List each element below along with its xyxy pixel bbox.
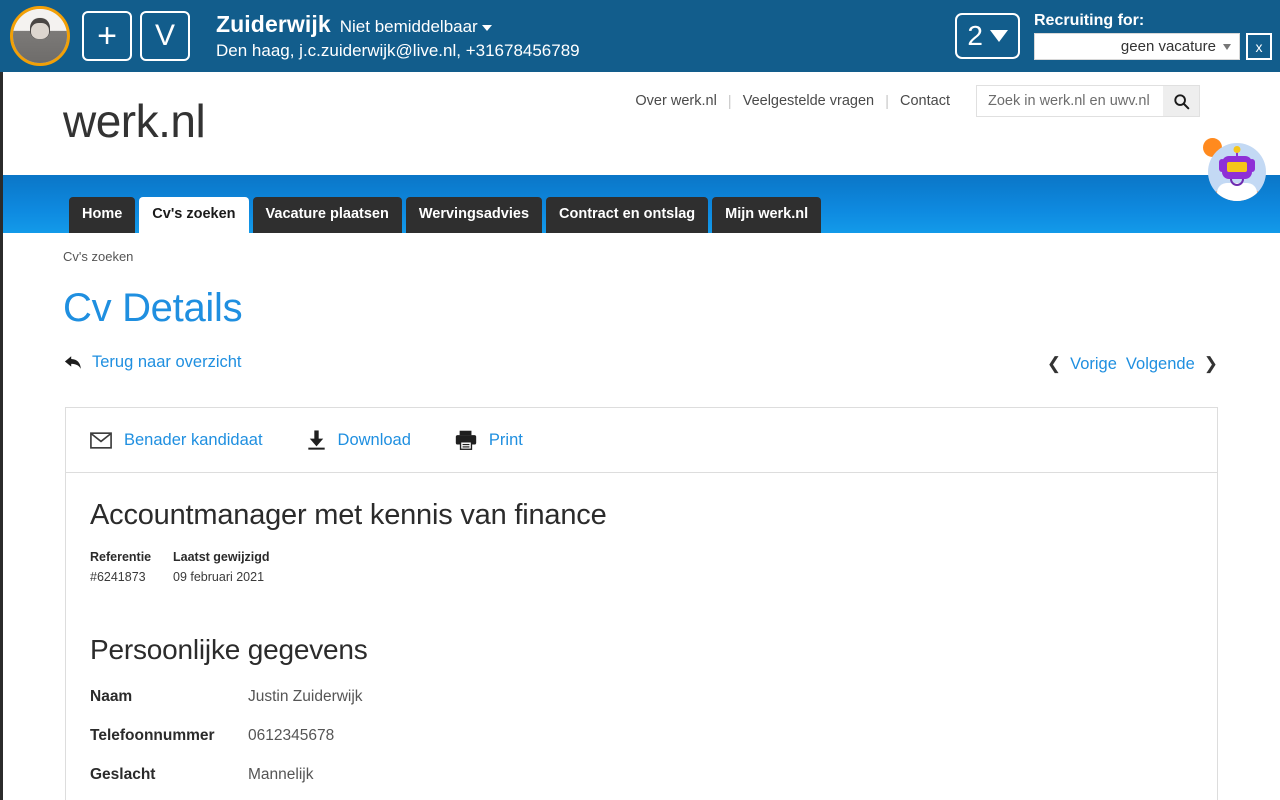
field-label-naam: Naam (90, 688, 133, 705)
tab-cvs-zoeken[interactable]: Cv's zoeken (139, 197, 249, 233)
personal-details-list: Naam Justin Zuiderwijk Telefoonnummer 06… (90, 688, 1193, 800)
tab-wervingsadvies-label: Wervingsadvies (418, 206, 530, 223)
robot-icon (1208, 143, 1266, 201)
add-button[interactable]: + (82, 11, 132, 61)
browser-viewport: werk.nl Over werk.nl | Veelgestelde vrag… (0, 72, 1280, 800)
candidate-contact-line: Den haag, j.c.zuiderwijk@live.nl, +31678… (216, 41, 580, 60)
cv-title: Accountmanager met kennis van finance (90, 499, 607, 531)
field-value-telefoonnummer: 0612345678 (248, 727, 335, 744)
download-label: Download (337, 430, 411, 449)
chevron-down-icon (1223, 43, 1231, 50)
utility-link-contact[interactable]: Contact (889, 93, 961, 109)
main-nav-tabs: Home Cv's zoeken Vacature plaatsen Wervi… (69, 197, 822, 233)
previous-chevron-icon[interactable]: ❮ (1047, 354, 1061, 374)
site-search (976, 85, 1200, 117)
cv-meta-value-row: #6241873 09 februari 2021 (90, 564, 1193, 584)
cv-detail-body: Accountmanager met kennis van finance Re… (66, 473, 1217, 800)
printer-icon (455, 430, 477, 450)
field-label-telefoonnummer: Telefoonnummer (90, 727, 215, 744)
search-button[interactable] (1163, 86, 1199, 116)
count-selector[interactable]: 2 (955, 13, 1020, 59)
tab-home-label: Home (82, 206, 123, 223)
cv-meta-value-laatst-gewijzigd: 09 februari 2021 (173, 570, 265, 584)
cv-meta-value-referentie: #6241873 (90, 570, 146, 584)
main-navigation-bar: Home Cv's zoeken Vacature plaatsen Wervi… (3, 175, 1280, 233)
recruiting-for-label: Recruiting for: (1034, 12, 1145, 29)
next-chevron-icon[interactable]: ❯ (1204, 354, 1218, 374)
chevron-down-icon[interactable] (481, 24, 492, 31)
arrow-back-icon (64, 355, 81, 369)
print-label: Print (488, 430, 523, 449)
print-button[interactable]: Print (455, 430, 523, 450)
download-icon (307, 430, 325, 450)
envelope-icon (90, 431, 112, 449)
cv-meta-header-laatst-gewijzigd: Laatst gewijzigd (173, 550, 270, 564)
page-title: Cv Details (63, 286, 243, 330)
tab-cvs-zoeken-label: Cv's zoeken (152, 206, 236, 223)
candidate-name: Zuiderwijk (216, 11, 331, 37)
field-value-geslacht: Mannelijk (248, 766, 314, 783)
cv-meta-header-referentie: Referentie (90, 550, 152, 564)
contact-candidate-button[interactable]: Benader kandidaat (90, 431, 263, 450)
back-to-overview-label: Terug naar overzicht (92, 353, 242, 371)
next-link[interactable]: Volgende (1126, 355, 1195, 374)
field-row-geslacht: Geslacht Mannelijk (90, 766, 1193, 784)
tab-contract-en-ontslag[interactable]: Contract en ontslag (546, 197, 709, 233)
cv-detail-card: Benader kandidaat Download Print Account… (65, 407, 1218, 800)
v-button-label: V (154, 19, 175, 52)
back-to-overview-link[interactable]: Terug naar overzicht (63, 353, 242, 372)
download-button[interactable]: Download (307, 430, 411, 450)
pagination: ❮ Vorige Volgende ❯ (1047, 354, 1218, 374)
utility-link-over-werknl[interactable]: Over werk.nl (624, 93, 727, 109)
page-navigation-row: Terug naar overzicht ❮ Vorige Volgende ❯ (63, 353, 1218, 383)
tab-wervingsadvies[interactable]: Wervingsadvies (405, 197, 543, 233)
field-label-geslacht: Geslacht (90, 766, 156, 783)
contact-candidate-label: Benader kandidaat (124, 430, 263, 449)
candidate-status[interactable]: Niet bemiddelbaar (340, 17, 492, 37)
chatbot-widget[interactable] (1201, 138, 1267, 204)
recruiting-for-row: geen vacature x (1034, 33, 1272, 60)
field-row-telefoonnummer: Telefoonnummer 0612345678 (90, 727, 1193, 745)
utility-nav: Over werk.nl | Veelgestelde vragen | Con… (624, 85, 1200, 117)
tab-vacature-plaatsen-label: Vacature plaatsen (265, 206, 389, 223)
previous-link[interactable]: Vorige (1070, 355, 1117, 374)
tab-contract-en-ontslag-label: Contract en ontslag (559, 206, 696, 223)
avatar-photo (13, 9, 67, 63)
close-button-label: x (1255, 38, 1263, 55)
v-button[interactable]: V (140, 11, 190, 61)
utility-link-veelgestelde-vragen[interactable]: Veelgestelde vragen (732, 93, 885, 109)
candidate-identity: Zuiderwijk Niet bemiddelbaar Den haag, j… (216, 11, 580, 61)
cv-actions-toolbar: Benader kandidaat Download Print (66, 408, 1217, 473)
cv-meta-header-row: Referentie Laatst gewijzigd (90, 550, 1193, 564)
section-title-persoonlijke-gegevens: Persoonlijke gegevens (90, 634, 368, 665)
search-input[interactable] (977, 86, 1163, 116)
breadcrumb[interactable]: Cv's zoeken (3, 233, 1280, 264)
add-button-label: + (97, 17, 117, 55)
vacancy-select[interactable]: geen vacature (1034, 33, 1240, 60)
vacancy-select-value: geen vacature (1120, 38, 1216, 55)
tab-mijn-werknl-label: Mijn werk.nl (725, 206, 809, 223)
recruiting-for-group: Recruiting for: geen vacature x (1034, 12, 1272, 60)
count-selector-value: 2 (967, 20, 983, 51)
candidate-identity-line-1: Zuiderwijk Niet bemiddelbaar (216, 11, 580, 38)
chevron-down-icon (990, 30, 1008, 42)
avatar[interactable] (10, 6, 70, 66)
site-header: werk.nl Over werk.nl | Veelgestelde vrag… (3, 72, 1280, 175)
field-row-naam: Naam Justin Zuiderwijk (90, 688, 1193, 706)
top-bar-right-group: 2 Recruiting for: geen vacature x (955, 12, 1272, 60)
page-content: Cv's zoeken Cv Details Terug naar overzi… (3, 233, 1280, 800)
cv-meta-table: Referentie Laatst gewijzigd #6241873 09 … (90, 550, 1193, 584)
site-logo[interactable]: werk.nl (63, 94, 206, 148)
tab-mijn-werknl[interactable]: Mijn werk.nl (712, 197, 822, 233)
close-button[interactable]: x (1246, 33, 1272, 60)
tab-home[interactable]: Home (69, 197, 136, 233)
search-icon (1173, 93, 1189, 109)
tab-vacature-plaatsen[interactable]: Vacature plaatsen (252, 197, 402, 233)
field-value-naam: Justin Zuiderwijk (248, 688, 363, 705)
application-top-bar: + V Zuiderwijk Niet bemiddelbaar Den haa… (0, 0, 1280, 72)
candidate-status-label: Niet bemiddelbaar (339, 17, 478, 36)
